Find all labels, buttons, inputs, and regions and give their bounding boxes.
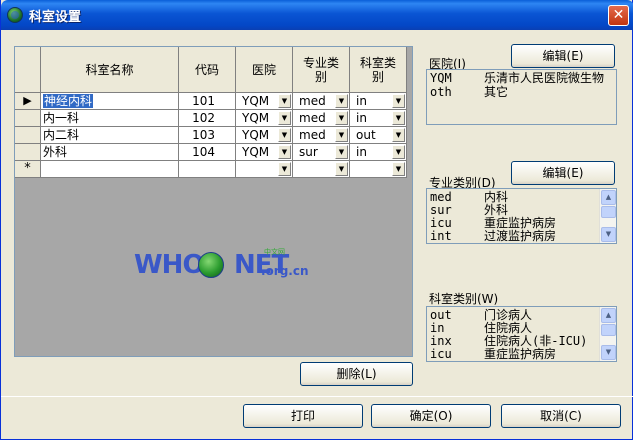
dept-type-label: 科室类别(W): [429, 292, 499, 306]
new-cell-hospital-combo[interactable]: ▼: [236, 161, 293, 178]
cell-specialty-combo[interactable]: med ▼: [293, 93, 350, 110]
dialog-window: 科室设置 ✕ 科室名称 代码 医院 专业类别 科室类别 ▶ 神经内科 101 Y…: [0, 0, 633, 440]
selected-text: 神经内科: [43, 94, 94, 108]
ok-button[interactable]: 确定(O): [371, 404, 491, 428]
dropdown-arrow-icon[interactable]: ▼: [392, 111, 405, 125]
scroll-thumb[interactable]: [601, 206, 616, 218]
cell-type-combo[interactable]: out ▼: [350, 127, 407, 144]
grid-corner-header: [15, 47, 41, 93]
dropdown-arrow-icon[interactable]: ▼: [392, 128, 405, 142]
list-item[interactable]: icu 重症监护病房: [430, 348, 556, 361]
whonet-watermark-logo: WHO NET 中文网 .org.cn: [134, 248, 314, 280]
combo-value: in: [356, 111, 367, 125]
dropdown-arrow-icon[interactable]: ▼: [278, 94, 291, 108]
cell-hospital-combo[interactable]: YQM ▼: [236, 93, 293, 110]
header-dept-name[interactable]: 科室名称: [41, 47, 179, 93]
dept-type-listbox[interactable]: out 门诊病人 in 住院病人 inx 住院病人(非-ICU) icu 重症监护病房 …: [426, 306, 617, 362]
hospital-edit-button[interactable]: 编辑(E): [511, 44, 615, 68]
scroll-down-icon[interactable]: ▼: [601, 345, 616, 360]
cell-code[interactable]: 101: [179, 93, 236, 110]
combo-value: med: [299, 111, 326, 125]
cell-type-combo[interactable]: in ▼: [350, 93, 407, 110]
app-globe-icon: [7, 7, 23, 23]
specialty-scrollbar[interactable]: ▲ ▼: [599, 189, 616, 243]
cell-specialty-combo[interactable]: sur ▼: [293, 144, 350, 161]
header-hospital[interactable]: 医院: [236, 47, 293, 93]
cell-type-combo[interactable]: in ▼: [350, 110, 407, 127]
globe-icon: [198, 252, 224, 278]
dropdown-arrow-icon[interactable]: ▼: [335, 162, 348, 176]
specialty-listbox[interactable]: med 内科 sur 外科 icu 重症监护病房 int 过渡监护病房 ▲ ▼: [426, 188, 617, 244]
cell-hospital-combo[interactable]: YQM ▼: [236, 144, 293, 161]
scroll-up-icon[interactable]: ▲: [601, 190, 616, 205]
header-specialty[interactable]: 专业类别: [293, 47, 350, 93]
dropdown-arrow-icon[interactable]: ▼: [392, 145, 405, 159]
dropdown-arrow-icon[interactable]: ▼: [335, 128, 348, 142]
logo-cn-text: 中文网: [264, 248, 285, 256]
header-code[interactable]: 代码: [179, 47, 236, 93]
cell-dept-name[interactable]: 内一科: [41, 110, 179, 127]
close-button[interactable]: ✕: [608, 5, 629, 26]
cell-type-combo[interactable]: in ▼: [350, 144, 407, 161]
scroll-thumb[interactable]: [601, 324, 616, 336]
cell-dept-name[interactable]: 外科: [41, 144, 179, 161]
close-icon: ✕: [612, 7, 625, 23]
dropdown-arrow-icon[interactable]: ▼: [335, 145, 348, 159]
dept-type-scrollbar[interactable]: ▲ ▼: [599, 307, 616, 361]
cell-specialty-combo[interactable]: med ▼: [293, 127, 350, 144]
logo-who-text: WHO: [134, 250, 205, 280]
specialty-edit-button[interactable]: 编辑(E): [511, 161, 615, 185]
scroll-up-icon[interactable]: ▲: [601, 308, 616, 323]
row-selector[interactable]: [15, 110, 41, 127]
dropdown-arrow-icon[interactable]: ▼: [278, 111, 291, 125]
cell-code[interactable]: 104: [179, 144, 236, 161]
scroll-down-icon[interactable]: ▼: [601, 227, 616, 242]
dropdown-arrow-icon[interactable]: ▼: [335, 94, 348, 108]
new-cell-specialty-combo[interactable]: ▼: [293, 161, 350, 178]
dropdown-arrow-icon[interactable]: ▼: [392, 94, 405, 108]
row-selector[interactable]: [15, 127, 41, 144]
new-row-selector[interactable]: *: [15, 161, 41, 178]
combo-value: YQM: [242, 128, 270, 142]
list-item[interactable]: YQM 乐清市人民医院微生物: [430, 72, 604, 85]
cell-dept-name[interactable]: 内二科: [41, 127, 179, 144]
cell-specialty-combo[interactable]: med ▼: [293, 110, 350, 127]
cell-code[interactable]: 103: [179, 127, 236, 144]
combo-value: sur: [299, 145, 318, 159]
print-button[interactable]: 打印: [243, 404, 363, 428]
combo-value: in: [356, 145, 367, 159]
title-bar[interactable]: 科室设置 ✕: [1, 0, 633, 30]
header-dept-type[interactable]: 科室类别: [350, 47, 407, 93]
hospital-listbox[interactable]: YQM 乐清市人民医院微生物 oth 其它: [426, 69, 617, 125]
new-cell-type-combo[interactable]: ▼: [350, 161, 407, 178]
cancel-button[interactable]: 取消(C): [501, 404, 621, 428]
combo-value: YQM: [242, 145, 270, 159]
combo-value: med: [299, 128, 326, 142]
combo-value: out: [356, 128, 376, 142]
new-cell-code[interactable]: [179, 161, 236, 178]
list-item[interactable]: int 过渡监护病房: [430, 230, 556, 243]
dropdown-arrow-icon[interactable]: ▼: [335, 111, 348, 125]
delete-button[interactable]: 删除(L): [300, 362, 413, 386]
combo-value: in: [356, 94, 367, 108]
cell-dept-name[interactable]: 神经内科: [41, 93, 179, 110]
cell-hospital-combo[interactable]: YQM ▼: [236, 110, 293, 127]
row-selector[interactable]: [15, 144, 41, 161]
dropdown-arrow-icon[interactable]: ▼: [278, 128, 291, 142]
combo-value: med: [299, 94, 326, 108]
window-title: 科室设置: [29, 10, 82, 25]
logo-org-text: .org.cn: [261, 264, 309, 278]
cell-code[interactable]: 102: [179, 110, 236, 127]
cell-hospital-combo[interactable]: YQM ▼: [236, 127, 293, 144]
row-selector[interactable]: ▶: [15, 93, 41, 110]
combo-value: YQM: [242, 94, 270, 108]
dropdown-arrow-icon[interactable]: ▼: [392, 162, 405, 176]
combo-value: YQM: [242, 111, 270, 125]
list-item[interactable]: oth 其它: [430, 86, 508, 99]
new-cell-dept-name[interactable]: [41, 161, 179, 178]
dropdown-arrow-icon[interactable]: ▼: [278, 145, 291, 159]
dropdown-arrow-icon[interactable]: ▼: [278, 162, 291, 176]
department-grid[interactable]: 科室名称 代码 医院 专业类别 科室类别 ▶ 神经内科 101 YQM ▼ med…: [14, 46, 413, 357]
bottom-separator: [1, 396, 633, 397]
